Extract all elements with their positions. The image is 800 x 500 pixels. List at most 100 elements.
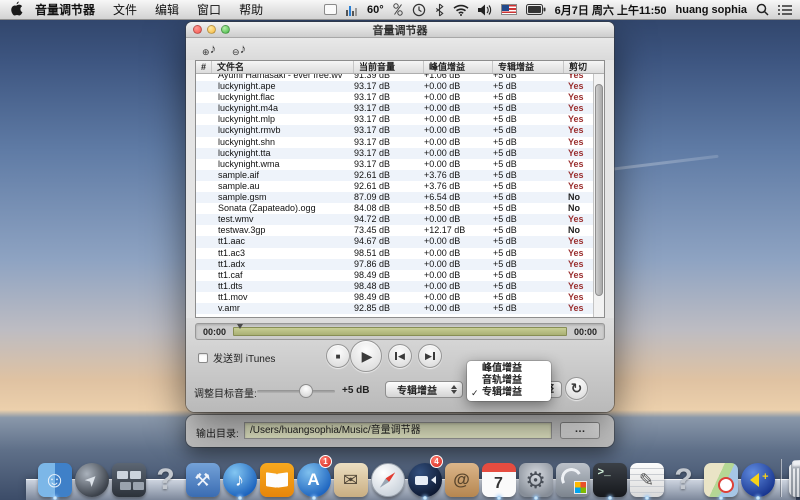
target-volume-slider[interactable]: [257, 390, 335, 393]
previous-track-button[interactable]: ◀: [388, 344, 412, 368]
dock-item-facetime[interactable]: 4: [406, 457, 443, 497]
dock-item-maps[interactable]: [702, 457, 739, 497]
add-files-button[interactable]: ♪⊕: [201, 40, 225, 57]
dock-item-launchpad[interactable]: [73, 457, 110, 497]
output-directory-field[interactable]: /Users/huangsophia/Music/音量调节器: [244, 422, 552, 439]
table-row[interactable]: tt1.caf98.49 dB+0.00 dB+5 dBYes: [196, 270, 604, 281]
istat-meter-icon[interactable]: [346, 4, 358, 16]
user-menu[interactable]: huang sophia: [676, 4, 748, 16]
progress-bar[interactable]: [233, 327, 567, 336]
table-row[interactable]: testwav.3gp73.45 dB+12.17 dB+5 dBNo: [196, 225, 604, 236]
menu-help[interactable]: 帮助: [230, 1, 272, 18]
menu-bar-clock[interactable]: 6月7日 周六 上午11:50: [555, 2, 667, 18]
notification-center-icon[interactable]: [778, 4, 792, 16]
gain-mode-popup[interactable]: 专辑增益: [385, 381, 463, 398]
gauge-icon[interactable]: [393, 3, 403, 16]
dock-item-contacts[interactable]: [443, 457, 480, 497]
dock-item-mail[interactable]: [332, 457, 369, 497]
menu-edit[interactable]: 编辑: [146, 1, 188, 18]
app-status-icon[interactable]: [324, 4, 337, 15]
table-row[interactable]: luckynight.ape93.17 dB+0.00 dB+5 dBYes: [196, 81, 604, 92]
clock-icon[interactable]: [412, 3, 426, 17]
dock-item-xcode[interactable]: [184, 457, 221, 497]
dock-item-ibooks[interactable]: [258, 457, 295, 497]
dock-item-terminal[interactable]: [591, 457, 628, 497]
dock-item-calendar[interactable]: 7: [480, 457, 517, 497]
cell-album: +5 dB: [493, 181, 564, 192]
battery-icon[interactable]: [526, 4, 546, 15]
table-row[interactable]: luckynight.tta93.17 dB+0.00 dB+5 dBYes: [196, 148, 604, 159]
table-row[interactable]: tt1.adx97.86 dB+0.00 dB+5 dBYes: [196, 259, 604, 270]
dock-item-mission-control[interactable]: [110, 457, 147, 497]
gain-menu-item[interactable]: 音轨增益: [467, 375, 551, 387]
table-row[interactable]: Ayumi Hamasaki - ever free.wv91.39 dB+1.…: [196, 74, 604, 81]
table-row[interactable]: luckynight.shn93.17 dB+0.00 dB+5 dBYes: [196, 137, 604, 148]
column-header-album-gain[interactable]: 专辑增益: [493, 61, 564, 73]
play-button[interactable]: ▶: [350, 340, 382, 372]
table-row[interactable]: test.wmv94.72 dB+0.00 dB+5 dBYes: [196, 214, 604, 225]
table-row[interactable]: tt1.dts98.48 dB+0.00 dB+5 dBYes: [196, 281, 604, 292]
slider-thumb[interactable]: [299, 384, 313, 398]
table-row[interactable]: luckynight.m4a93.17 dB+0.00 dB+5 dBYes: [196, 103, 604, 114]
app-store-icon: [297, 463, 331, 497]
spotlight-icon[interactable]: [756, 3, 769, 16]
stop-button[interactable]: ■: [326, 344, 350, 368]
scrollbar-thumb[interactable]: [595, 84, 603, 296]
table-row[interactable]: tt1.ac398.51 dB+0.00 dB+5 dBYes: [196, 248, 604, 259]
table-row[interactable]: sample.au92.61 dB+3.76 dB+5 dBYes: [196, 181, 604, 192]
playback-progress[interactable]: 00:00 00:00: [195, 323, 605, 340]
unknown-app-icon: [149, 463, 183, 497]
menu-file[interactable]: 文件: [104, 1, 146, 18]
cell-peak: +0.00 dB: [424, 103, 493, 114]
refresh-icon: ↻: [571, 380, 583, 397]
table-row[interactable]: luckynight.rmvb93.17 dB+0.00 dB+5 dBYes: [196, 125, 604, 136]
table-row[interactable]: sample.gsm87.09 dB+6.54 dB+5 dBNo: [196, 192, 604, 203]
table-row[interactable]: luckynight.wma93.17 dB+0.00 dB+5 dBYes: [196, 159, 604, 170]
app-menu-title[interactable]: 音量调节器: [35, 1, 95, 18]
cell-vol: 93.17 dB: [354, 125, 424, 136]
column-header-filename[interactable]: 文件名: [212, 61, 354, 73]
dock-item-safari[interactable]: [369, 457, 406, 497]
table-row[interactable]: v.amr92.85 dB+0.00 dB+5 dBYes: [196, 303, 604, 314]
dock-item-textedit[interactable]: [628, 457, 665, 497]
remove-files-button[interactable]: ♪⊖: [231, 40, 255, 57]
table-row[interactable]: luckynight.flac93.17 dB+0.00 dB+5 dBYes: [196, 92, 604, 103]
dock-item-volume-adjuster[interactable]: [739, 457, 776, 497]
send-to-itunes[interactable]: 发送到 iTunes: [198, 350, 275, 365]
cell-vol: 92.61 dB: [354, 170, 424, 181]
table-row[interactable]: tt1.aac94.67 dB+0.00 dB+5 dBYes: [196, 236, 604, 247]
table-row[interactable]: Sonata (Zapateado).ogg84.08 dB+8.50 dB+5…: [196, 203, 604, 214]
table-row[interactable]: tt1.mov98.49 dB+0.00 dB+5 dBYes: [196, 292, 604, 303]
table-row[interactable]: sample.aif92.61 dB+3.76 dB+5 dBYes: [196, 170, 604, 181]
bluetooth-icon[interactable]: [435, 3, 444, 17]
menu-window[interactable]: 窗口: [188, 1, 230, 18]
dock-item-windows-remote[interactable]: [554, 457, 591, 497]
volume-icon[interactable]: [478, 4, 492, 16]
browse-button[interactable]: …: [560, 422, 600, 439]
column-header-index[interactable]: #: [196, 61, 212, 73]
dock-item-unknown-app[interactable]: [147, 457, 184, 497]
refresh-button[interactable]: ↻: [565, 377, 588, 400]
gain-menu-item[interactable]: ✓专辑增益: [467, 387, 551, 399]
dock-item-itunes[interactable]: [221, 457, 258, 497]
table-scrollbar[interactable]: [593, 74, 604, 317]
next-track-button[interactable]: ▶: [418, 344, 442, 368]
wifi-icon[interactable]: [453, 4, 469, 16]
playhead-marker-icon[interactable]: [237, 324, 243, 329]
input-source-flag-icon[interactable]: [501, 4, 517, 15]
apple-menu-icon[interactable]: [10, 1, 23, 19]
gain-menu-item[interactable]: 峰值增益: [467, 363, 551, 375]
column-header-peak-gain[interactable]: 峰值增益: [424, 61, 493, 73]
dock-item-finder[interactable]: [36, 457, 73, 497]
column-header-clip[interactable]: 剪切: [564, 61, 602, 73]
dock-item-system-preferences[interactable]: [517, 457, 554, 497]
column-header-volume[interactable]: 当前音量: [354, 61, 424, 73]
dock-item-app-store[interactable]: 1: [295, 457, 332, 497]
dock-item-trash[interactable]: [785, 457, 800, 497]
send-to-itunes-checkbox[interactable]: [198, 353, 208, 363]
dock-item-unknown-app-2[interactable]: [665, 457, 702, 497]
table-row[interactable]: luckynight.mlp93.17 dB+0.00 dB+5 dBYes: [196, 114, 604, 125]
weather-temperature[interactable]: 60°: [367, 4, 384, 16]
cell-num: [196, 159, 212, 170]
window-titlebar[interactable]: 音量调节器: [186, 22, 614, 38]
